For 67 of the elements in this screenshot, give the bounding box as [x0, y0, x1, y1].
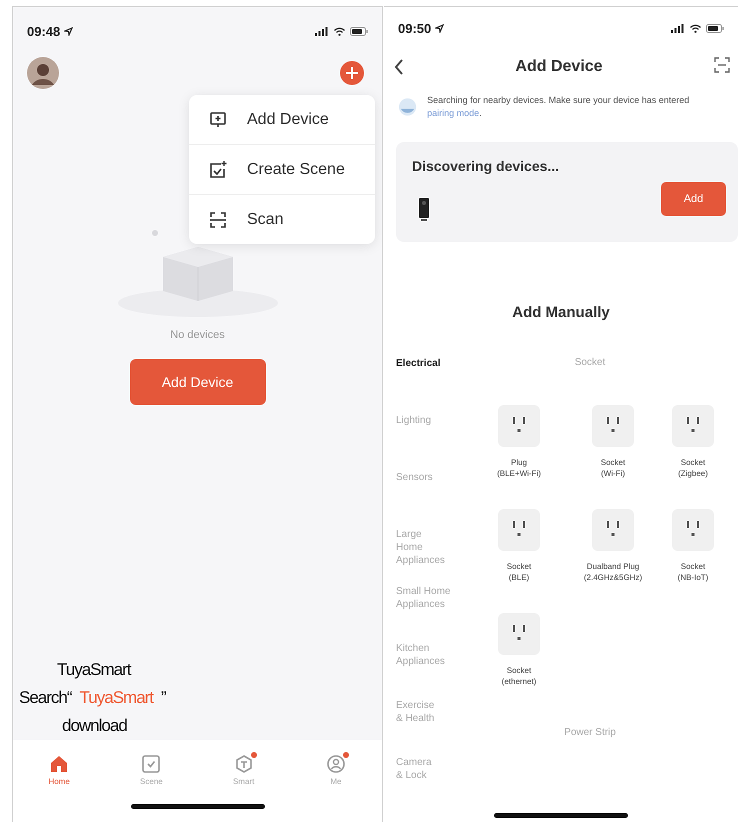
overlay-text: Search“ [19, 687, 72, 709]
socket-icon[interactable] [592, 404, 634, 447]
menu-item[interactable]: Add Device [189, 95, 375, 145]
battery-icon [706, 24, 724, 34]
location-arrow-icon [435, 24, 444, 34]
menu-item[interactable]: Scan [189, 195, 375, 244]
category-item[interactable]: Kitchen Appliances [396, 642, 472, 699]
tab[interactable]: Scene [140, 754, 163, 786]
status-time: 09:50 [398, 21, 432, 36]
hexagon-t-icon [234, 754, 254, 774]
socket-icon[interactable] [672, 404, 714, 447]
add-button[interactable]: Add [661, 182, 726, 216]
subsection-heading: Power Strip [563, 726, 617, 740]
category-item[interactable]: Lighting [396, 414, 472, 471]
category-item[interactable]: Small Home Appliances [396, 584, 472, 642]
card-title: Discovering devices... [412, 158, 560, 174]
socket-icon[interactable] [592, 508, 634, 551]
wifi-icon [334, 26, 345, 36]
socket-icon[interactable] [672, 508, 714, 551]
checkbox-sparkle-icon [209, 160, 227, 178]
back-icon[interactable] [394, 59, 404, 76]
tab[interactable]: Home [48, 754, 70, 786]
doorbell-camera-icon [418, 198, 430, 222]
battery-icon [350, 26, 368, 36]
tab[interactable]: Smart [232, 754, 254, 786]
radar-icon [398, 96, 418, 117]
user-icon [326, 754, 346, 774]
overlay-text: download [61, 715, 127, 737]
device-label: Socket (BLE) [506, 560, 532, 583]
notice-text: Searching for nearby devices. Make sure your device has entered pairing mode. [427, 94, 690, 120]
category-item[interactable]: Camera & Lock [396, 756, 472, 813]
status-time: 09:48 [27, 24, 60, 38]
overlay-text: TuyaSmart [56, 659, 131, 681]
category-item[interactable]: Electrical [396, 356, 472, 414]
monitor-icon [209, 110, 227, 128]
menu-item[interactable]: Create Scene [189, 145, 375, 195]
device-label: Dualband Plug (2.4GHz&5GHz) [584, 560, 642, 583]
device-label: Socket (ethernet) [502, 664, 536, 687]
page-title: Add Device [514, 58, 604, 76]
add-icon[interactable] [340, 61, 364, 85]
overlay-text: TuyaSmart [80, 687, 154, 709]
category-item[interactable]: Large Home Appliances [396, 528, 472, 585]
checkbox-icon [141, 754, 162, 774]
house-icon [49, 754, 70, 774]
subsection-heading: Socket [574, 356, 606, 370]
socket-icon[interactable] [498, 612, 540, 655]
scan-icon [209, 210, 227, 228]
signal-icon [671, 24, 685, 34]
device-label: Plug (BLE+Wi-Fi) [497, 456, 541, 479]
pairing-mode-link[interactable]: pairing mode [427, 108, 480, 118]
section-heading: Add Manually [511, 304, 611, 321]
wifi-icon [690, 24, 701, 34]
socket-icon[interactable] [498, 508, 540, 551]
avatar-icon [27, 57, 59, 89]
socket-icon[interactable] [498, 404, 540, 447]
signal-icon [315, 26, 329, 36]
device-label: Socket (Wi-Fi) [600, 456, 626, 479]
overlay-text: ” [161, 687, 166, 709]
device-label: Socket (NB-IoT) [678, 560, 708, 583]
device-label: Socket (Zigbee) [678, 456, 708, 479]
location-arrow-icon [64, 26, 74, 36]
add-device-button[interactable]: Add Device [130, 359, 266, 405]
tab[interactable]: Me [326, 754, 346, 786]
category-item[interactable]: Sensors [396, 470, 472, 528]
category-item[interactable]: Exercise & Health [396, 698, 472, 756]
empty-message: No devices [170, 329, 225, 341]
scan-icon[interactable] [714, 56, 730, 73]
